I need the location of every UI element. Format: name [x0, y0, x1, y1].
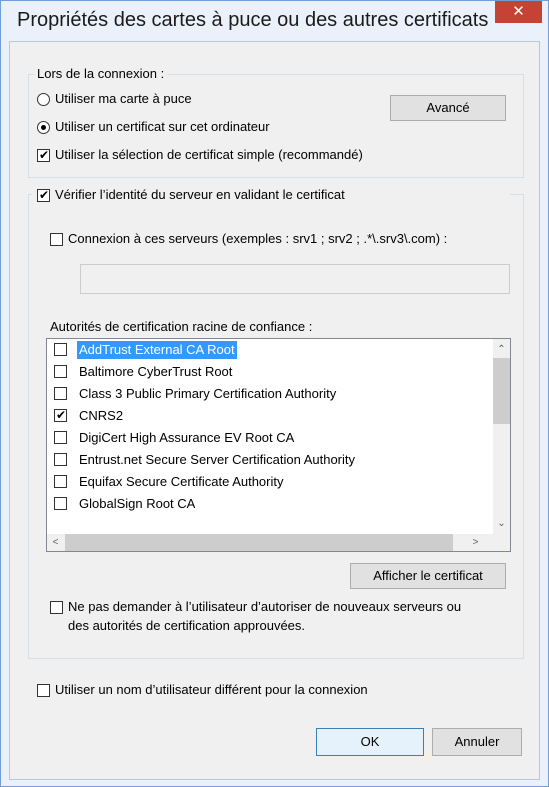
scroll-up-arrow-icon[interactable]: ⌃ — [493, 341, 510, 358]
scroll-right-arrow-icon[interactable]: > — [467, 534, 484, 551]
certificate-radio[interactable] — [37, 121, 50, 134]
simple-selection-label[interactable]: Utiliser la sélection de certificat simp… — [55, 147, 363, 162]
root-ca-checkbox[interactable] — [54, 497, 67, 510]
scroll-down-arrow-icon[interactable]: ⌄ — [493, 515, 510, 532]
close-icon: ✕ — [512, 3, 525, 20]
root-ca-label: Autorités de certification racine de con… — [50, 319, 313, 334]
close-button[interactable]: ✕ — [495, 1, 542, 23]
root-ca-checkbox[interactable] — [54, 343, 67, 356]
root-ca-checkbox[interactable] — [54, 431, 67, 444]
root-ca-checkbox[interactable] — [54, 387, 67, 400]
root-ca-list-item[interactable]: Equifax Secure Certificate Authority — [47, 471, 502, 493]
different-user-checkbox[interactable] — [37, 684, 50, 697]
root-ca-label: GlobalSign Root CA — [79, 496, 196, 511]
no-prompt-checkbox[interactable] — [50, 601, 63, 614]
root-ca-list-item[interactable]: AddTrust External CA Root — [47, 339, 502, 361]
advanced-button[interactable]: Avancé — [390, 95, 506, 121]
root-ca-label: DigiCert High Assurance EV Root CA — [79, 430, 295, 445]
root-ca-listbox[interactable]: AddTrust External CA Root Baltimore Cyber… — [46, 338, 511, 552]
window-title: Propriétés des cartes à puce ou des autr… — [17, 9, 489, 31]
cancel-button[interactable]: Annuler — [432, 728, 522, 756]
scroll-left-arrow-icon[interactable]: < — [47, 534, 64, 551]
root-ca-list-item[interactable]: Entrust.net Secure Server Certification … — [47, 449, 502, 471]
connection-group-legend: Lors de la connexion : — [34, 66, 168, 81]
smartcard-radio[interactable] — [37, 93, 50, 106]
root-ca-list-item[interactable]: GlobalSign Root CA — [47, 493, 502, 515]
vertical-scroll-thumb[interactable] — [493, 358, 510, 424]
verify-server-checkbox[interactable]: ✔ — [37, 188, 50, 202]
smartcard-radio-label[interactable]: Utiliser ma carte à puce — [55, 91, 192, 106]
root-ca-label: Equifax Secure Certificate Authority — [79, 474, 284, 489]
root-ca-list-item[interactable]: ✔ CNRS2 — [47, 405, 502, 427]
root-ca-label: Class 3 Public Primary Certification Aut… — [79, 386, 337, 401]
dialog-body: Lors de la connexion : Utiliser ma carte… — [9, 41, 540, 780]
root-ca-list-item[interactable]: DigiCert High Assurance EV Root CA — [47, 427, 502, 449]
connect-servers-checkbox[interactable] — [50, 233, 63, 246]
horizontal-scrollbar[interactable]: < > — [47, 534, 502, 551]
horizontal-scroll-thumb[interactable] — [65, 534, 453, 551]
vertical-scrollbar[interactable]: ⌃ ⌄ — [493, 339, 510, 534]
ok-button[interactable]: OK — [316, 728, 424, 756]
root-ca-list-item[interactable]: Class 3 Public Primary Certification Aut… — [47, 383, 502, 405]
no-prompt-label-line1[interactable]: Ne pas demander à l’utilisateur d’autori… — [68, 599, 461, 614]
no-prompt-label-line2[interactable]: des autorités de certification approuvée… — [68, 618, 305, 633]
root-ca-checkbox[interactable]: ✔ — [54, 408, 67, 422]
connect-servers-label[interactable]: Connexion à ces serveurs (exemples : srv… — [68, 231, 447, 246]
different-user-label[interactable]: Utiliser un nom d’utilisateur différent … — [55, 682, 368, 697]
root-ca-label: Entrust.net Secure Server Certification … — [79, 452, 356, 467]
certificate-radio-label[interactable]: Utiliser un certificat sur cet ordinateu… — [55, 119, 270, 134]
root-ca-checkbox[interactable] — [54, 365, 67, 378]
checkmark-icon: ✔ — [56, 408, 67, 422]
scrollbar-corner — [493, 534, 510, 551]
title-bar[interactable]: Propriétés des cartes à puce ou des autr… — [1, 1, 548, 41]
certificate-properties-dialog: Propriétés des cartes à puce ou des autr… — [0, 0, 549, 787]
root-ca-checkbox[interactable] — [54, 475, 67, 488]
root-ca-label: AddTrust External CA Root — [77, 341, 237, 359]
root-ca-checkbox[interactable] — [54, 453, 67, 466]
verify-server-label[interactable]: Vérifier l’identité du serveur en valida… — [55, 187, 345, 202]
simple-selection-checkbox[interactable]: ✔ — [37, 148, 50, 162]
show-certificate-button[interactable]: Afficher le certificat — [350, 563, 506, 589]
root-ca-label: CNRS2 — [79, 408, 124, 423]
root-ca-list-item[interactable]: Baltimore CyberTrust Root — [47, 361, 502, 383]
root-ca-label: Baltimore CyberTrust Root — [79, 364, 233, 379]
servers-input[interactable] — [80, 264, 510, 294]
